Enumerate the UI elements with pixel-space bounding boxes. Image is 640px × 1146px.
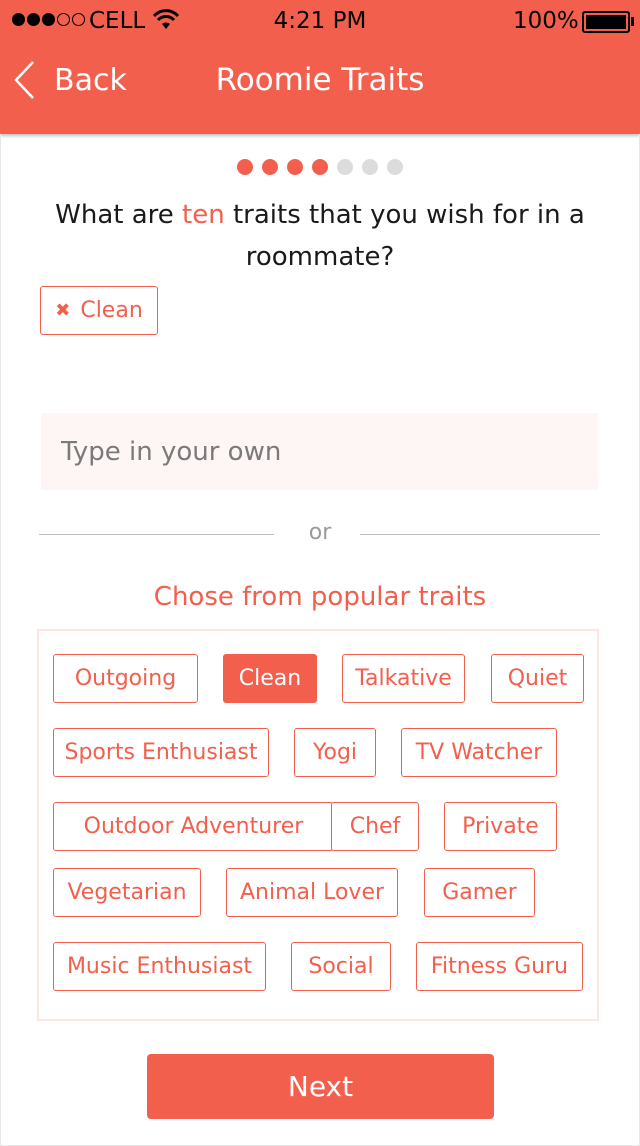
trait-chip[interactable]: Social: [291, 942, 391, 991]
trait-chip[interactable]: Yogi: [294, 728, 376, 777]
trait-chip[interactable]: Animal Lover: [226, 868, 398, 917]
trait-chip[interactable]: Fitness Guru: [416, 942, 583, 991]
divider-right: [360, 534, 600, 535]
trait-chip[interactable]: Music Enthusiast: [53, 942, 266, 991]
popular-traits-title: Chose from popular traits: [153, 582, 487, 612]
status-bar: CELL 4:21 PM 100%: [0, 0, 640, 42]
trait-chip[interactable]: TV Watcher: [401, 728, 557, 777]
trait-chip[interactable]: Talkative: [342, 654, 465, 703]
step-dot: [262, 159, 278, 175]
step-dot: [337, 159, 353, 175]
battery-percent: 100%: [513, 8, 579, 34]
custom-trait-input[interactable]: [41, 413, 598, 490]
chevron-left-icon: [14, 61, 34, 99]
trait-chip[interactable]: Gamer: [424, 868, 535, 917]
trait-chip[interactable]: Sports Enthusiast: [53, 728, 269, 777]
nav-header: CELL 4:21 PM 100% Back Roomie Traits: [0, 0, 640, 134]
trait-chip[interactable]: Vegetarian: [53, 868, 201, 917]
step-dot: [387, 159, 403, 175]
trait-chip[interactable]: Outgoing: [53, 654, 198, 703]
trait-chip[interactable]: Quiet: [491, 654, 584, 703]
back-label: Back: [54, 62, 127, 98]
trait-chip[interactable]: Clean: [223, 654, 317, 703]
back-button[interactable]: Back: [12, 58, 127, 102]
trait-chip[interactable]: Private: [444, 802, 557, 851]
question-text: What are ten traits that you wish for in…: [55, 200, 585, 272]
battery-icon: [582, 11, 630, 33]
step-dot: [312, 159, 328, 175]
step-dot: [237, 159, 253, 175]
divider-or: or: [308, 520, 332, 545]
step-indicator: [0, 159, 640, 175]
trait-chip[interactable]: Chef: [331, 802, 419, 851]
question-accent: ten: [182, 200, 225, 230]
trait-chip[interactable]: Outdoor Adventurer: [53, 802, 334, 851]
step-dot: [287, 159, 303, 175]
selected-trait-label: Clean: [80, 298, 143, 323]
next-button[interactable]: Next: [147, 1054, 494, 1119]
selected-trait-chip[interactable]: ✖ Clean: [40, 286, 158, 335]
remove-icon[interactable]: ✖: [55, 300, 70, 321]
step-dot: [362, 159, 378, 175]
